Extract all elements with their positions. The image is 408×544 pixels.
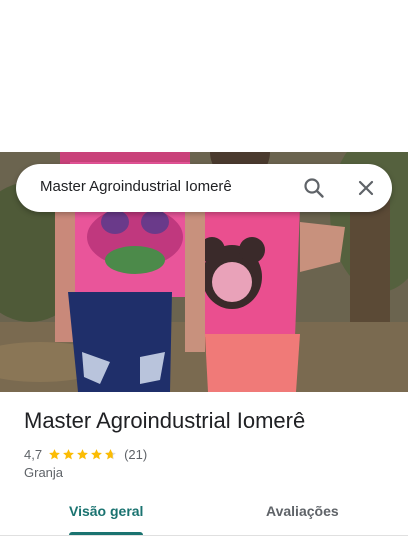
rating-stars	[48, 448, 118, 461]
star-icon	[49, 448, 60, 459]
star-half-icon	[105, 448, 116, 459]
search-icon[interactable]	[302, 176, 326, 200]
close-icon[interactable]	[354, 176, 378, 200]
star-icon	[91, 448, 102, 459]
tab-reviews[interactable]: Avaliações	[266, 503, 339, 519]
map-blank-area	[0, 0, 408, 152]
tab-divider	[0, 535, 408, 536]
search-bar[interactable]: Master Agroindustrial Iomerê	[16, 164, 392, 212]
place-title: Master Agroindustrial Iomerê	[24, 408, 306, 433]
place-category[interactable]: Granja	[24, 465, 63, 480]
star-icon	[77, 448, 88, 459]
search-query-text[interactable]: Master Agroindustrial Iomerê	[40, 178, 232, 195]
tab-overview[interactable]: Visão geral	[69, 503, 143, 519]
star-icon	[63, 448, 74, 459]
rating-row[interactable]: 4,7 (21)	[24, 445, 147, 463]
rating-value: 4,7	[24, 446, 43, 462]
review-count[interactable]: (21)	[124, 447, 147, 462]
